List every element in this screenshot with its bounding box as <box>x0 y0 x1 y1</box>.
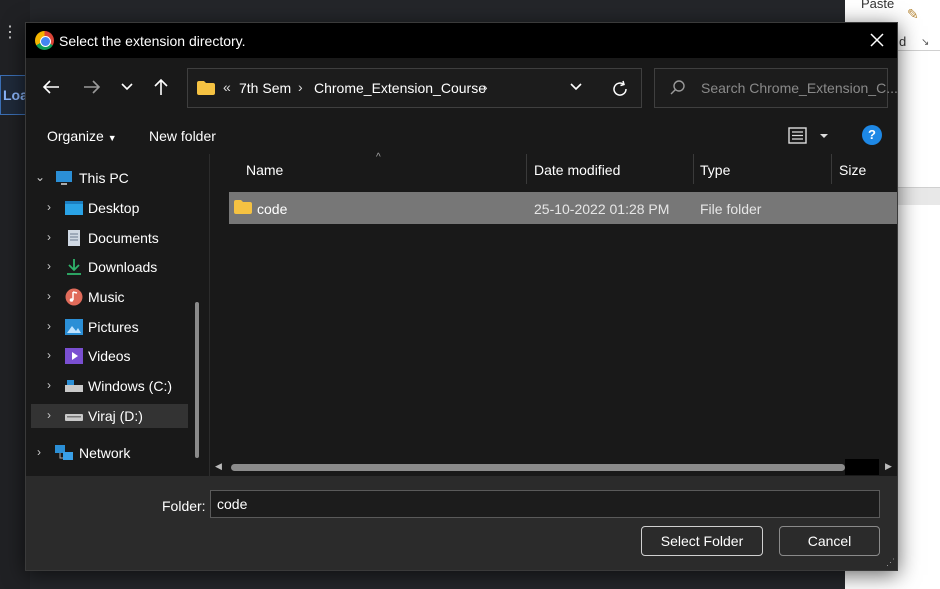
arrow-left-icon <box>42 80 59 94</box>
chevron-right-icon[interactable]: › <box>37 445 41 459</box>
chevron-right-icon[interactable]: › <box>47 259 51 273</box>
back-button[interactable] <box>39 74 63 100</box>
refresh-icon <box>613 80 627 96</box>
format-painter-icon: ✎ <box>907 6 919 22</box>
up-button[interactable] <box>149 74 173 100</box>
breadcrumb-separator[interactable]: › <box>298 79 303 95</box>
recent-locations-button[interactable] <box>115 74 139 100</box>
chevron-down-icon <box>121 83 133 91</box>
desktop-icon <box>65 201 83 215</box>
arrow-up-icon <box>154 78 168 95</box>
sidebar-item-viraj-d[interactable]: › Viraj (D:) <box>31 404 188 428</box>
computer-icon <box>56 171 72 185</box>
close-icon <box>870 33 884 47</box>
network-icon <box>55 445 73 460</box>
navigation-pane: ⌄ This PC › Desktop › Documents › Downlo… <box>26 154 210 476</box>
column-header-date-modified[interactable]: Date modified <box>534 162 620 178</box>
downloads-icon <box>67 259 81 275</box>
paste-label: Paste <box>861 0 895 11</box>
help-icon: ? <box>868 127 876 142</box>
videos-icon <box>65 348 83 364</box>
sidebar-scrollbar[interactable] <box>195 302 199 458</box>
ribbon-fragment: d <box>899 34 907 49</box>
documents-icon <box>68 230 80 246</box>
file-list: ^ Name Date modified Type Size code 25-1… <box>210 152 897 476</box>
breadcrumb-chrome-extension-course[interactable]: Chrome_Extension_Course <box>314 80 486 96</box>
select-folder-dialog: Select the extension directory. « 7th Se… <box>25 22 898 571</box>
column-divider[interactable] <box>526 154 527 184</box>
address-bar[interactable]: « 7th Sem › Chrome_Extension_Course › <box>187 68 642 108</box>
file-name: code <box>257 201 288 217</box>
search-icon <box>670 80 685 95</box>
column-divider[interactable] <box>693 154 694 184</box>
scroll-left-icon[interactable]: ◀ <box>215 461 222 472</box>
sidebar-item-network[interactable]: › Network <box>31 441 188 465</box>
folder-name-input[interactable] <box>210 490 880 518</box>
file-date-modified: 25-10-2022 01:28 PM <box>534 201 670 217</box>
folder-icon <box>197 81 215 95</box>
menu-icon: ⋮ <box>2 24 18 41</box>
command-bar: Organize ▼ New folder ? <box>26 118 897 154</box>
chevron-right-icon[interactable]: › <box>47 200 51 214</box>
help-button[interactable]: ? <box>862 125 882 145</box>
chrome-icon <box>35 31 54 50</box>
pictures-icon <box>65 319 83 335</box>
organize-button[interactable]: Organize ▼ <box>47 128 117 144</box>
chevron-right-icon[interactable]: › <box>47 319 51 333</box>
table-row[interactable]: code 25-10-2022 01:28 PM File folder <box>229 192 897 224</box>
dialog-titlebar: Select the extension directory. <box>26 23 897 58</box>
sidebar-item-documents[interactable]: › Documents <box>31 226 188 250</box>
sidebar-item-downloads[interactable]: › Downloads <box>31 255 188 279</box>
arrow-right-icon <box>84 80 101 94</box>
breadcrumb-separator[interactable]: › <box>483 79 488 95</box>
scrollbar-thumb[interactable] <box>231 464 845 471</box>
dialog-footer: Folder: Select Folder Cancel ⋰ <box>26 476 897 570</box>
column-header-name[interactable]: Name <box>246 162 283 178</box>
address-dropdown-icon <box>570 83 582 91</box>
chevron-right-icon[interactable]: › <box>47 408 51 422</box>
breadcrumb-7th-sem[interactable]: 7th Sem <box>239 80 291 96</box>
search-placeholder: Search Chrome_Extension_C... <box>701 80 898 96</box>
cancel-button[interactable]: Cancel <box>779 526 880 556</box>
sidebar-item-videos[interactable]: › Videos <box>31 344 188 368</box>
drive-d-icon <box>65 414 83 421</box>
details-view-icon <box>788 127 828 144</box>
column-header-size[interactable]: Size <box>839 162 866 178</box>
folder-label: Folder: <box>162 498 206 514</box>
file-type: File folder <box>700 201 762 217</box>
scroll-right-icon[interactable]: ▶ <box>885 461 892 472</box>
close-button[interactable] <box>865 28 889 52</box>
chevron-right-icon[interactable]: › <box>47 378 51 392</box>
sidebar-item-pictures[interactable]: › Pictures <box>31 315 188 339</box>
chevron-right-icon[interactable]: › <box>47 348 51 362</box>
forward-button[interactable] <box>80 74 104 100</box>
sidebar-item-desktop[interactable]: › Desktop <box>31 196 188 220</box>
horizontal-scrollbar[interactable]: ◀ ▶ <box>210 459 897 475</box>
dialog-title: Select the extension directory. <box>59 33 246 49</box>
resize-grip-icon[interactable]: ⋰ <box>886 557 895 568</box>
chevron-down-icon[interactable]: ⌄ <box>35 170 45 184</box>
sort-ascending-icon: ^ <box>376 152 381 163</box>
dialog-launcher-icon: ↘ <box>921 37 930 48</box>
chevron-down-icon: ▼ <box>107 133 117 143</box>
chevron-right-icon[interactable]: › <box>47 289 51 303</box>
new-folder-button[interactable]: New folder <box>149 128 216 144</box>
sidebar-item-this-pc[interactable]: ⌄ This PC <box>31 166 188 190</box>
chevron-right-icon[interactable]: › <box>47 230 51 244</box>
select-folder-button[interactable]: Select Folder <box>641 526 763 556</box>
breadcrumb-overflow[interactable]: « <box>223 79 231 95</box>
column-divider[interactable] <box>831 154 832 184</box>
music-icon <box>65 288 83 306</box>
search-box[interactable]: Search Chrome_Extension_C... <box>654 68 898 108</box>
sidebar-item-windows-c[interactable]: › Windows (C:) <box>31 374 188 398</box>
folder-icon <box>234 200 252 214</box>
column-header-type[interactable]: Type <box>700 162 730 178</box>
navigation-bar: « 7th Sem › Chrome_Extension_Course › Se… <box>26 58 898 118</box>
sidebar-item-music[interactable]: › Music <box>31 285 188 309</box>
drive-c-icon <box>65 380 83 392</box>
change-view-button[interactable] <box>788 126 832 151</box>
